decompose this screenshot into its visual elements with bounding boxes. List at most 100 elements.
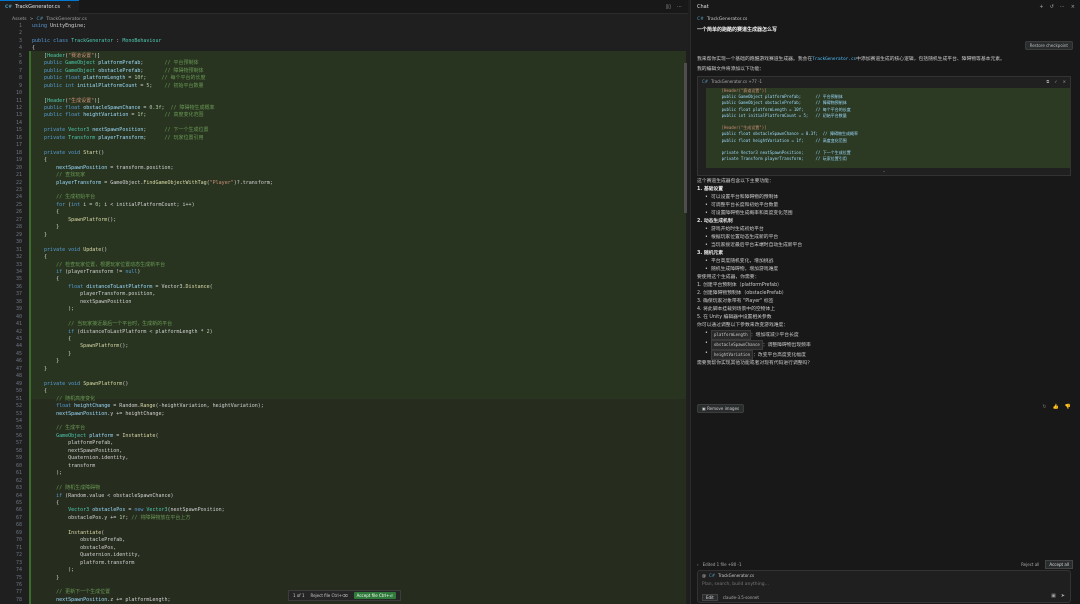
restore-checkpoint-button[interactable]: Restore checkpoint: [1024, 41, 1073, 50]
thumbs-down-icon[interactable]: 👎: [1065, 404, 1071, 410]
code-token: // 随机高度变化: [32, 395, 96, 402]
code-line: 51 // 随机高度变化: [0, 396, 688, 403]
chat-input-placeholder[interactable]: Plan, search, build anything...: [702, 582, 769, 587]
retry-icon[interactable]: ↻: [1042, 404, 1046, 410]
code-token: // 障碍物生成概率: [170, 104, 215, 111]
context-file-chip[interactable]: C# TrackGenerator.cs: [697, 17, 1075, 22]
code-token: obstaclePrefab: [98, 67, 141, 74]
line-number: 58: [15, 447, 22, 454]
code-line: 49 private void SpawnPlatform(): [0, 381, 688, 388]
line-number: 27: [15, 216, 22, 223]
code-token: public int: [32, 82, 78, 89]
code-token: (Random.value < obstacleSpawnChance): [65, 492, 174, 499]
code-token: ;: [140, 60, 165, 67]
code-block-header: C# TrackGenerator.cs +77 -1 ⧉ ✓ ×: [698, 77, 1070, 86]
code-editor: C# TrackGenerator.cs × ▯▯ ⋯ Assets > C# …: [0, 0, 688, 604]
breadcrumb-file[interactable]: TrackGenerator.cs: [46, 17, 86, 22]
model-selector[interactable]: claude-3.5-sonnet: [723, 595, 759, 600]
at-icon[interactable]: @: [702, 573, 706, 578]
code-line: 55 // 生成平台: [0, 425, 688, 432]
code-token: // 障碍物预制体: [164, 67, 204, 74]
code-line: 8 public float platformLength = 10f; // …: [0, 75, 688, 82]
code-line: 53 nextSpawnPosition.y += heightChange;: [0, 411, 688, 418]
line-number: 23: [15, 186, 22, 193]
more-icon[interactable]: ⋯: [1060, 4, 1065, 10]
line-number: 30: [15, 239, 22, 246]
close-icon[interactable]: ×: [1071, 4, 1075, 10]
chevron-right-icon[interactable]: ›: [697, 562, 699, 567]
input-send-tools: ▣ ➤: [1051, 593, 1065, 599]
user-question: 一个简单的跑酷的赛道生成器怎么写: [697, 27, 778, 33]
code-token: // 平台预制体: [164, 60, 199, 67]
code-token: platform.transform: [32, 559, 135, 566]
code-token: Vector3: [68, 127, 93, 134]
code-token: UnityEngine;: [50, 23, 87, 29]
input-context-chip[interactable]: @ C# TrackGenerator.cs: [702, 573, 754, 578]
param-chip: obstacleSpawnChance: [711, 340, 763, 350]
code-token: Distance: [185, 283, 210, 290]
send-icon[interactable]: ➤: [1061, 593, 1065, 599]
close-icon[interactable]: ×: [67, 4, 71, 10]
expand-chevron-icon[interactable]: ⌄: [698, 168, 1070, 175]
list-item: 游戏开始时生成初始平台: [697, 226, 1073, 234]
breadcrumb-folder[interactable]: Assets: [12, 17, 27, 22]
remove-images-button[interactable]: ▣ Remove images: [697, 404, 745, 413]
code-line: 71 obstaclePos,: [0, 545, 688, 552]
code-token: obstaclePos,: [32, 544, 117, 551]
history-icon[interactable]: ↺: [1050, 4, 1054, 10]
code-token: (-heightVariation, heightVariation);: [155, 403, 264, 410]
code-token: // 当玩家接近最后一个平台时，生成新的平台: [32, 321, 173, 328]
line-number: 21: [15, 172, 22, 179]
more-icon[interactable]: ⋯: [677, 4, 682, 10]
code-token: private void: [32, 246, 84, 253]
line-number: 32: [15, 254, 22, 261]
code-line: 60 transform: [0, 463, 688, 470]
line-number: 76: [15, 581, 22, 588]
tweak-text: ：改变平台高度变化幅度: [753, 353, 806, 358]
new-chat-icon[interactable]: +: [1039, 4, 1043, 10]
line-number: 33: [15, 261, 22, 268]
line-number: 28: [15, 224, 22, 231]
split-editor-icon[interactable]: ▯▯: [665, 4, 671, 10]
code-line: 28 }: [0, 224, 688, 231]
thumbs-up-icon[interactable]: 👍: [1053, 404, 1059, 410]
editor-scrollbar[interactable]: [684, 63, 687, 213]
code-token: // 每个平台的长度: [161, 75, 206, 82]
csharp-file-icon: C#: [697, 17, 704, 22]
code-line: 69 Instantiate(: [0, 530, 688, 537]
answer-intro: 我来帮你实现一个基础的跑酷游戏赛道生成器。我会在TrackGenerator.c…: [697, 56, 1073, 63]
code-token: Range: [140, 403, 156, 410]
code-token: private void: [32, 380, 84, 387]
line-number: 15: [15, 127, 22, 134]
reject-file-button[interactable]: Reject file Ctrl+⌫: [311, 593, 348, 598]
code-token: public float: [32, 112, 84, 119]
accept-file-label: Accept file: [356, 593, 378, 598]
section-title: 1. 基础设置: [697, 187, 724, 192]
accept-all-button[interactable]: Accept all: [1045, 560, 1073, 569]
copy-icon[interactable]: ⧉: [1046, 79, 1049, 84]
chat-input-box[interactable]: @ C# TrackGenerator.cs Plan, search, bui…: [697, 570, 1071, 603]
code-token: // 生成平台: [32, 425, 86, 432]
code-token: }: [32, 358, 60, 365]
code-token: if: [32, 492, 66, 499]
mode-selector[interactable]: Edit: [702, 594, 718, 601]
reject-all-button[interactable]: Reject all: [1021, 562, 1039, 567]
code-token: (: [101, 529, 105, 536]
check-icon[interactable]: ✓: [1054, 79, 1057, 84]
tab-trackgenerator[interactable]: C# TrackGenerator.cs ×: [0, 0, 80, 14]
line-number: 70: [15, 537, 22, 544]
code-line: 19 {: [0, 157, 688, 164]
line-number: 41: [15, 321, 22, 328]
context-file-label: TrackGenerator.cs: [706, 17, 748, 22]
intro-code: TrackGenerator.cs: [812, 57, 857, 62]
close-icon[interactable]: ×: [1063, 79, 1066, 84]
accept-file-button[interactable]: Accept file Ctrl+⏎: [353, 592, 396, 599]
code-area[interactable]: 1 using UnityEngine; 2 3 public class TrackG…: [0, 23, 688, 604]
code-line: 73 platform.transform: [0, 560, 688, 567]
code-token: ;: [143, 75, 162, 82]
image-icon[interactable]: ▣: [1051, 593, 1056, 599]
code-line: 58 nextSpawnPosition,: [0, 448, 688, 455]
code-token: = GameObject.: [101, 179, 144, 186]
code-token: obstaclePrefab,: [32, 537, 126, 544]
code-line: 18 private void Start(): [0, 150, 688, 157]
